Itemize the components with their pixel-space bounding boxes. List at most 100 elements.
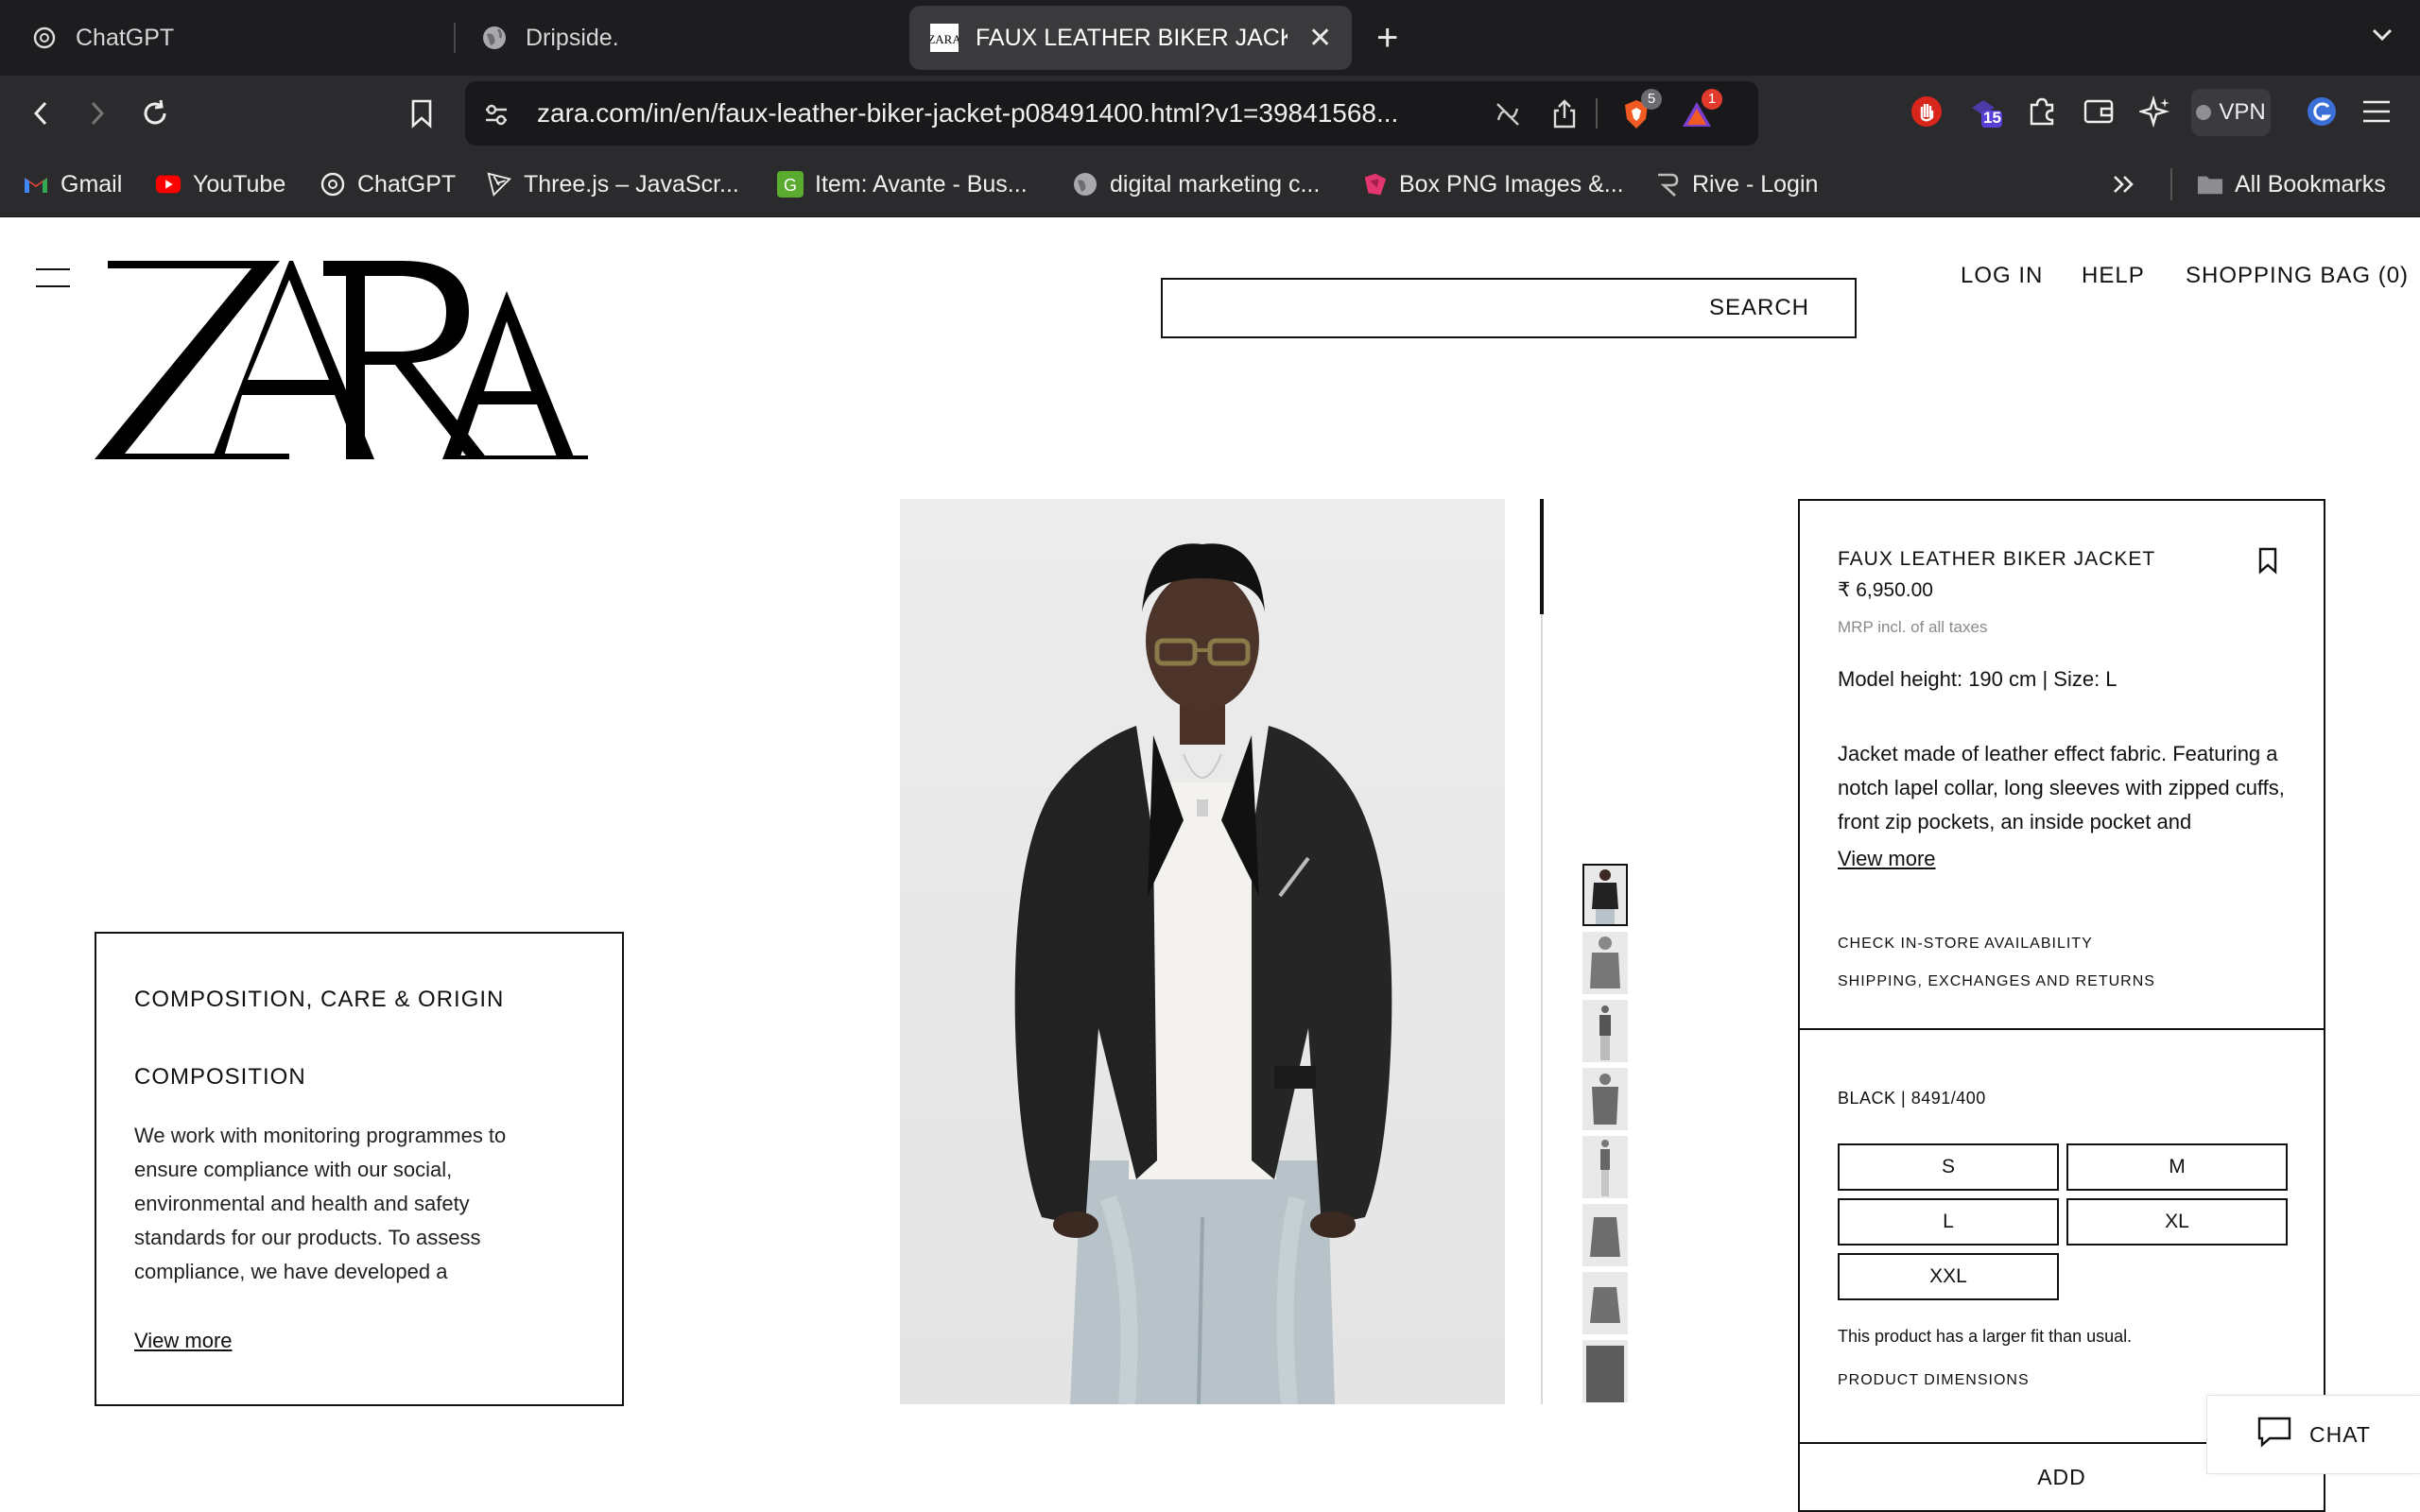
zara-logo[interactable] [91, 253, 592, 472]
save-bookmark-icon[interactable] [2256, 546, 2280, 575]
thumbnail-2[interactable] [1582, 932, 1628, 994]
brave-shields-icon[interactable]: 5 [1620, 89, 1662, 130]
chatgpt-icon [320, 171, 346, 198]
address-bar[interactable]: zara.com/in/en/faux-leather-biker-jacket… [465, 81, 1758, 146]
login-link[interactable]: LOG IN [1961, 257, 2043, 295]
adblock-hand-icon[interactable] [1908, 93, 1945, 130]
image-scroll-thumb[interactable] [1540, 499, 1544, 614]
profile-avatar-icon[interactable] [2303, 93, 2341, 130]
tab-chatgpt[interactable]: ChatGPT [30, 6, 446, 70]
description-view-more-link[interactable]: View more [1838, 847, 1936, 871]
new-tab-button[interactable]: + [1376, 15, 1398, 60]
bookmark-threejs[interactable]: Three.js – JavaScr... [486, 151, 739, 217]
omnibox-divider [1596, 98, 1598, 129]
tab-title: Dripside. [526, 24, 619, 51]
bookmarks-bar: Gmail YouTube ChatGPT Three.js – JavaScr… [0, 151, 2420, 217]
search-input[interactable]: SEARCH [1161, 278, 1857, 338]
rewards-badge: 1 [1702, 89, 1722, 110]
bookmark-box-png[interactable]: Box PNG Images &... [1361, 151, 1624, 217]
tab-dripside[interactable]: Dripside. [480, 6, 896, 70]
counter-badge: 15 [1983, 109, 2001, 127]
color-reference: BLACK | 8491/400 [1838, 1089, 1986, 1108]
svg-text:G: G [784, 176, 797, 195]
bookmark-label: Item: Avante - Bus... [815, 170, 1028, 198]
help-link[interactable]: HELP [2082, 257, 2145, 295]
brave-rewards-icon[interactable]: 1 [1681, 89, 1722, 130]
reload-icon[interactable] [136, 94, 174, 132]
size-option-m[interactable]: M [2066, 1143, 2288, 1191]
gmail-icon [23, 171, 49, 198]
thumbnail-1[interactable] [1582, 864, 1628, 926]
site-menu-hamburger-icon[interactable] [36, 265, 70, 291]
bookmark-label: ChatGPT [357, 170, 457, 198]
leo-ai-sparkle-icon[interactable] [2136, 93, 2174, 130]
composition-care-panel: COMPOSITION, CARE & ORIGIN COMPOSITION W… [95, 932, 624, 1406]
vpn-status-dot-icon [2196, 105, 2212, 120]
wallet-icon[interactable] [2080, 93, 2118, 130]
size-option-s[interactable]: S [1838, 1143, 2059, 1191]
globe-icon [1072, 171, 1098, 198]
rive-icon [1654, 171, 1681, 198]
bookmark-rive[interactable]: Rive - Login [1654, 151, 1818, 217]
browser-toolbar: zara.com/in/en/faux-leather-biker-jacket… [0, 76, 2420, 151]
svg-text:ZARA: ZARA [930, 32, 959, 46]
thumbnail-8[interactable] [1582, 1340, 1628, 1402]
chat-label: CHAT [2309, 1421, 2371, 1447]
vpn-label: VPN [2219, 99, 2266, 125]
bookmark-page-icon[interactable] [403, 94, 441, 132]
chevron-down-icon[interactable] [2369, 21, 2395, 52]
product-name: FAUX LEATHER BIKER JACKET [1838, 548, 2156, 570]
counter-extension-icon[interactable]: 15 [1966, 93, 2004, 130]
chat-button[interactable]: CHAT [2206, 1395, 2420, 1474]
product-dimensions-link[interactable]: PRODUCT DIMENSIONS [1838, 1372, 2030, 1389]
shopping-bag-link[interactable]: SHOPPING BAG (0) [2186, 257, 2409, 295]
browser-tab-strip: ChatGPT Dripside. ZARA FAUX LEATHER BIKE… [0, 0, 2420, 76]
zara-favicon: ZARA [930, 24, 959, 52]
box-png-icon [1361, 171, 1388, 198]
chatgpt-icon [30, 24, 59, 52]
product-main-image[interactable] [900, 499, 1505, 1404]
tab-separator [454, 23, 456, 53]
bookmark-digital-marketing[interactable]: digital marketing c... [1072, 151, 1320, 217]
bookmark-youtube[interactable]: YouTube [155, 151, 285, 217]
size-option-xl[interactable]: XL [2066, 1198, 2288, 1246]
bookmark-avante[interactable]: G Item: Avante - Bus... [777, 151, 1028, 217]
bookmark-label: Rive - Login [1692, 170, 1819, 198]
product-info-panel: FAUX LEATHER BIKER JACKET ₹ 6,950.00 MRP… [1798, 499, 2325, 1512]
all-bookmarks-folder[interactable]: All Bookmarks [2197, 151, 2386, 217]
model-info: Model height: 190 cm | Size: L [1838, 667, 2118, 691]
thumbnail-3[interactable] [1582, 1000, 1628, 1062]
forward-arrow-icon[interactable] [78, 94, 115, 132]
close-tab-icon[interactable]: ✕ [1308, 22, 1332, 55]
more-bookmarks-chevron-icon[interactable] [2112, 151, 2136, 217]
extensions-puzzle-icon[interactable] [2023, 93, 2061, 130]
threejs-icon [486, 171, 512, 198]
bookmark-gmail[interactable]: Gmail [23, 151, 122, 217]
share-icon[interactable] [1548, 98, 1581, 130]
care-view-more-link[interactable]: View more [134, 1329, 233, 1353]
site-settings-icon[interactable] [480, 98, 512, 130]
size-option-l[interactable]: L [1838, 1198, 2059, 1246]
globe-icon [480, 24, 509, 52]
bookmark-chatgpt[interactable]: ChatGPT [320, 151, 456, 217]
composition-text: We work with monitoring programmes to en… [134, 1124, 507, 1283]
thumbnail-7[interactable] [1582, 1272, 1628, 1334]
composition-heading: COMPOSITION [134, 1064, 306, 1090]
size-option-xxl[interactable]: XXL [1838, 1253, 2059, 1300]
tab-zara-active[interactable]: ZARA FAUX LEATHER BIKER JACKE ✕ [909, 6, 1352, 70]
shipping-returns-link[interactable]: SHIPPING, EXCHANGES AND RETURNS [1838, 973, 2155, 990]
vpn-button[interactable]: VPN [2191, 89, 2271, 136]
back-arrow-icon[interactable] [23, 94, 60, 132]
bookmark-label: Box PNG Images &... [1399, 170, 1624, 198]
menu-hamburger-icon[interactable] [2358, 93, 2395, 130]
chat-bubble-icon [2256, 1416, 2292, 1453]
youtube-icon [155, 171, 182, 198]
url-text[interactable]: zara.com/in/en/faux-leather-biker-jacket… [537, 81, 1482, 146]
check-store-availability-link[interactable]: CHECK IN-STORE AVAILABILITY [1838, 936, 2093, 953]
reader-mode-off-icon[interactable] [1492, 98, 1524, 130]
thumbnail-4[interactable] [1582, 1068, 1628, 1130]
image-scroll-track[interactable] [1541, 499, 1543, 1404]
thumbnail-5[interactable] [1582, 1136, 1628, 1198]
thumbnail-6[interactable] [1582, 1204, 1628, 1266]
bookmark-label: YouTube [193, 170, 286, 198]
